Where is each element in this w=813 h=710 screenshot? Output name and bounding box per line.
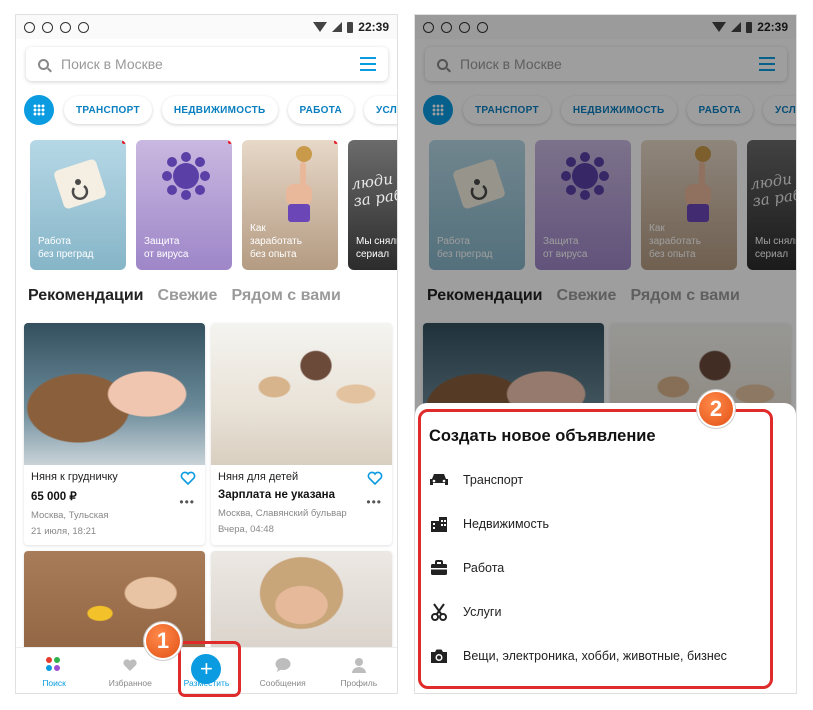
virus-art — [162, 152, 210, 200]
more-options-icon[interactable]: ••• — [366, 495, 382, 509]
chat-icon — [275, 658, 291, 672]
story-card[interactable]: Работа без преград — [30, 140, 126, 270]
listing-price: 65 000 ₽ — [31, 491, 77, 503]
nav-label: Сообщения — [259, 678, 306, 688]
status-bar: 22:39 — [16, 15, 397, 39]
search-tab-icon — [46, 657, 62, 673]
grid-icon — [33, 104, 45, 116]
category-chips: ТРАНСПОРТ НЕДВИЖИМОСТЬ РАБОТА УСЛУ — [24, 95, 397, 125]
listing-grid: Няня к грудничку 65 000 ₽ Москва, Тульск… — [24, 323, 392, 671]
accessibility-card-art — [54, 159, 106, 209]
nav-label: Избранное — [108, 678, 152, 688]
listing-card[interactable]: Няня к грудничку 65 000 ₽ Москва, Тульск… — [24, 323, 205, 545]
step-badge-2: 2 — [697, 390, 735, 428]
nav-label: Поиск — [42, 678, 66, 688]
step-badge-1: 1 — [144, 622, 182, 660]
search-placeholder: Поиск в Москве — [61, 56, 163, 72]
feed-tabs: Рекомендации Свежие Рядом с вами — [28, 287, 341, 305]
story-card[interactable]: Как заработать без опыта — [242, 140, 338, 270]
story-card[interactable]: люди за работой Мы сняли сериал — [348, 140, 398, 270]
stories-row: Работа без преград Защита от вируса Как … — [30, 140, 398, 270]
post-button-highlight — [178, 641, 241, 697]
sheet-highlight — [418, 409, 773, 689]
listing-photo — [24, 323, 205, 465]
listing-location: Москва, Тульская — [31, 510, 109, 521]
story-label: Защита от вируса — [144, 236, 189, 260]
nav-label: Профиль — [340, 678, 378, 688]
more-options-icon[interactable]: ••• — [179, 495, 195, 509]
nav-favorites[interactable]: Избранное — [95, 657, 165, 688]
favorite-heart-icon[interactable] — [180, 471, 196, 485]
favorite-heart-icon[interactable] — [367, 471, 383, 485]
listing-card[interactable]: Няня для детей Зарплата не указана Москв… — [211, 323, 392, 545]
nav-messages[interactable]: Сообщения — [248, 657, 318, 688]
tab-nearby[interactable]: Рядом с вами — [231, 287, 340, 305]
nav-profile[interactable]: Профиль — [324, 657, 394, 688]
filter-icon[interactable] — [360, 57, 376, 71]
listing-date: Вчера, 04:48 — [218, 524, 274, 535]
chip-services[interactable]: УСЛУ — [364, 96, 397, 124]
chip-realty[interactable]: НЕДВИЖИМОСТЬ — [161, 96, 278, 124]
status-time: 22:39 — [358, 20, 389, 34]
heart-icon — [123, 659, 137, 671]
profile-icon — [351, 658, 366, 673]
listing-location: Москва, Славянский бульвар — [218, 508, 347, 519]
story-card[interactable]: Защита от вируса — [136, 140, 232, 270]
story-label: Работа без преград — [38, 236, 94, 260]
listing-photo — [211, 323, 392, 465]
all-categories-button[interactable] — [24, 95, 54, 125]
search-icon — [38, 58, 49, 70]
story-label: Мы сняли сериал — [356, 236, 397, 260]
main-screen: 22:39 Поиск в Москве ТРАНСПОРТ НЕДВИЖИМО… — [15, 14, 398, 694]
battery-icon — [347, 21, 354, 33]
nav-search[interactable]: Поиск — [19, 657, 89, 688]
tab-fresh[interactable]: Свежие — [158, 287, 218, 305]
chip-jobs[interactable]: РАБОТА — [287, 96, 355, 124]
unread-dot — [228, 140, 232, 144]
story-label: Как заработать без опыта — [250, 223, 302, 260]
coin-hand-art — [286, 146, 312, 222]
search-bar[interactable]: Поиск в Москве — [26, 47, 388, 81]
listing-price: Зарплата не указана — [218, 489, 336, 501]
notification-icons — [24, 21, 89, 33]
listing-date: 21 июля, 18:21 — [31, 526, 97, 537]
wifi-icon — [313, 22, 328, 32]
signal-icon — [332, 22, 343, 32]
story-art-text: люди за работой — [349, 169, 398, 211]
tab-recommendations[interactable]: Рекомендации — [28, 287, 144, 305]
unread-dot — [334, 140, 338, 144]
listing-title: Няня к грудничку — [31, 471, 118, 483]
listing-title: Няня для детей — [218, 471, 299, 483]
chip-transport[interactable]: ТРАНСПОРТ — [64, 96, 152, 124]
unread-dot — [122, 140, 126, 144]
